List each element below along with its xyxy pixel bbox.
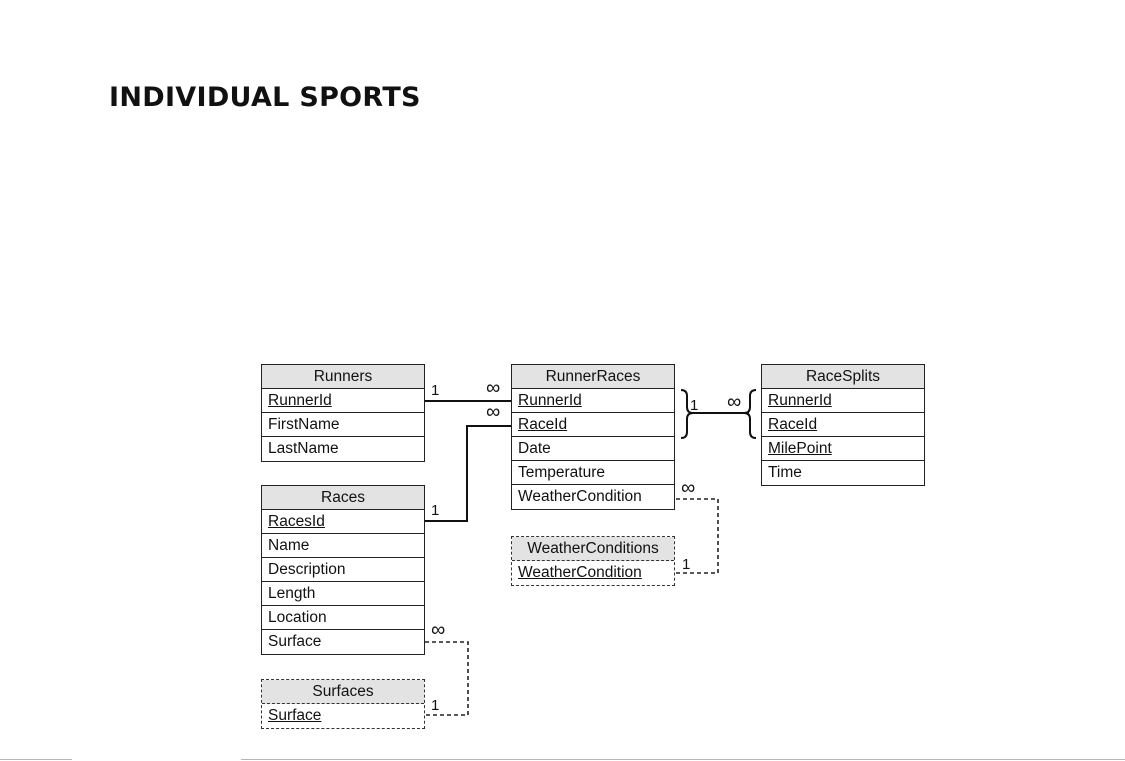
table-weather-conditions: WeatherConditions WeatherCondition: [511, 536, 675, 586]
table-field: FirstName: [262, 413, 424, 437]
table-header: RunnerRaces: [512, 365, 674, 389]
cardinality-many-label: ∞: [681, 477, 696, 499]
cardinality-many-label: ∞: [727, 391, 742, 413]
table-races: Races RacesId Name Description Length Lo…: [261, 485, 425, 655]
table-field: Name: [262, 534, 424, 558]
cardinality-one-label: 1: [682, 556, 691, 573]
table-field: LastName: [268, 440, 339, 457]
table-field: Date: [512, 437, 674, 461]
table-header: Runners: [262, 365, 424, 389]
table-race-splits: RaceSplits RunnerId RaceId MilePoint Tim…: [761, 364, 925, 486]
primary-key-field: RunnerId: [262, 389, 424, 413]
cardinality-many-label: ∞: [486, 401, 501, 423]
divider: [241, 759, 1125, 760]
primary-key-field: RaceId: [762, 413, 924, 437]
primary-key-field: Surface: [268, 707, 322, 724]
table-field: WeatherCondition: [518, 488, 642, 505]
table-runner-races: RunnerRaces RunnerId RaceId Date Tempera…: [511, 364, 675, 510]
cardinality-many-label: ∞: [486, 377, 501, 399]
cardinality-one-label: 1: [690, 397, 699, 414]
primary-key-field: WeatherCondition: [518, 564, 642, 581]
table-field: Location: [262, 606, 424, 630]
table-field: Temperature: [512, 461, 674, 485]
table-header: Races: [262, 486, 424, 510]
table-field: Time: [768, 464, 802, 481]
divider: [0, 759, 72, 760]
cardinality-one-label: 1: [431, 382, 440, 399]
cardinality-many-label: ∞: [431, 619, 446, 641]
table-field: Length: [262, 582, 424, 606]
primary-key-field: MilePoint: [762, 437, 924, 461]
table-header: Surfaces: [262, 680, 424, 704]
cardinality-one-label: 1: [431, 697, 440, 714]
table-field: Surface: [268, 633, 322, 650]
primary-key-field: RunnerId: [762, 389, 924, 413]
table-field: Description: [262, 558, 424, 582]
table-header: RaceSplits: [762, 365, 924, 389]
primary-key-field: RunnerId: [512, 389, 674, 413]
cardinality-one-label: 1: [431, 502, 440, 519]
table-surfaces: Surfaces Surface: [261, 679, 425, 729]
table-runners: Runners RunnerId FirstName LastName: [261, 364, 425, 462]
primary-key-field: RacesId: [262, 510, 424, 534]
primary-key-field: RaceId: [512, 413, 674, 437]
table-header: WeatherConditions: [512, 537, 674, 561]
